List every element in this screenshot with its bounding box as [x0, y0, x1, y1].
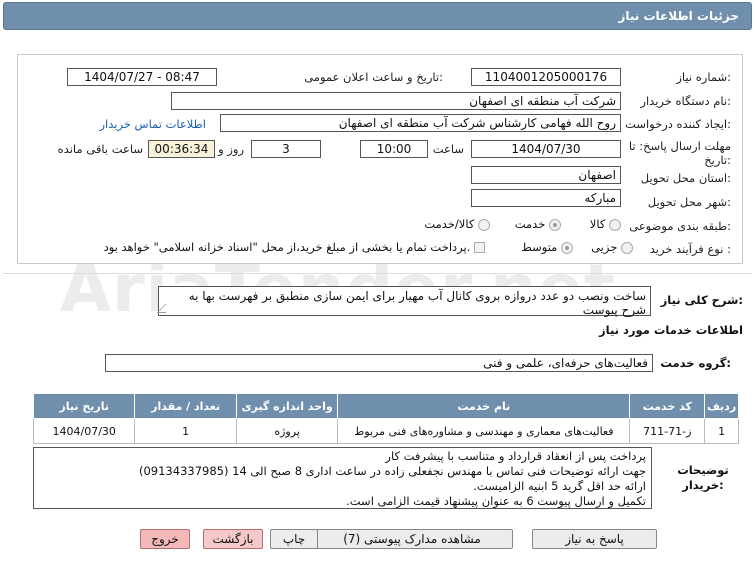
remaining-time-field: 00:36:34 [148, 140, 215, 158]
cell-quantity: 1 [134, 418, 237, 444]
contact-info-link[interactable]: اطلاعات تماس خریدار [99, 117, 206, 131]
deadline-time-label: ساعت [432, 142, 464, 156]
service-group-label: گروه خدمت: [660, 356, 731, 370]
treasury-payment-note: پرداخت تمام یا بخشی از مبلغ خرید،از محل … [103, 240, 471, 254]
category-option-goods[interactable]: کالا [590, 217, 621, 231]
creator-label: ایجاد کننده درخواست: [625, 117, 731, 131]
province-label: استان محل تحویل: [640, 171, 731, 185]
cell-service-code: ز-71-711 [629, 418, 706, 444]
process-option-minor-label: جزیی [591, 240, 618, 254]
cell-service-name: فعالیت‌های معماری و مهندسی و مشاوره‌های … [337, 418, 631, 444]
buyer-desc-line: پرداخت پس از انعقاد قرارداد و متناسب با … [385, 449, 646, 463]
col-service-name: نام خدمت [337, 393, 631, 419]
col-unit: واحد اندازه گیری [235, 393, 339, 419]
treasury-payment-checkbox[interactable] [474, 242, 485, 253]
buyer-org-field: شرکت آب منطقه ای اصفهان [171, 92, 621, 110]
buyer-org-label: نام دستگاه خریدار: [640, 94, 731, 108]
col-need-date: تاریخ نیاز [32, 393, 136, 419]
general-desc-text: ساخت ونصب دو عدد دروازه بروی کانال آب مه… [188, 289, 646, 317]
general-desc-label: شرح کلی نیاز: [660, 293, 743, 307]
city-field: مبارکه [471, 189, 621, 207]
category-label: طبقه بندی موضوعی: [629, 219, 731, 233]
col-row-number: ردیف [704, 393, 739, 419]
page-title: جزئیات اطلاعات نیاز [618, 9, 739, 23]
days-label: روز و [218, 142, 244, 156]
col-quantity: تعداد / مقدار [134, 393, 237, 419]
process-option-medium[interactable]: متوسط [521, 240, 573, 254]
cell-need-date: 1404/07/30 [32, 418, 136, 444]
section-divider [3, 273, 752, 274]
treasury-payment-checkbox-row[interactable]: پرداخت تمام یا بخشی از مبلغ خرید،از محل … [104, 240, 485, 254]
table-header-row: تاریخ نیاز تعداد / مقدار واحد اندازه گیر… [32, 393, 739, 419]
buyer-desc-textarea[interactable]: پرداخت پس از انعقاد قرارداد و متناسب با … [33, 447, 652, 509]
view-attachments-button[interactable]: مشاهده مدارک پیوستی (7) [311, 529, 513, 549]
days-field: 3 [251, 140, 321, 158]
table-row: 1404/07/30 1 پروژه فعالیت‌های معماری و م… [32, 418, 739, 444]
service-group-field: فعالیت‌های حرفه‌ای، علمی و فنی [105, 354, 653, 372]
buyer-desc-label: توضیحات خریدار: [677, 463, 729, 492]
deadline-date-field: 1404/07/30 [471, 140, 621, 158]
radio-button-selected[interactable] [561, 241, 573, 254]
buyer-desc-line: تکمیل و ارسال پیوست 6 به عنوان پیشنهاد ق… [346, 494, 646, 508]
buyer-desc-line: جهت ارائه توضیحات فنی تماس با مهندس نجفع… [138, 464, 646, 478]
need-number-field: 1104001205000176 [471, 68, 621, 86]
radio-button[interactable] [621, 241, 633, 254]
province-field: اصفهان [471, 166, 621, 184]
exit-button[interactable]: خروج [140, 529, 190, 549]
process-option-medium-label: متوسط [521, 240, 558, 254]
category-option-goods-service-label: کالا/خدمت [424, 217, 475, 231]
city-label: شهر محل تحویل: [647, 195, 731, 209]
remaining-time-label: ساعت باقی مانده [57, 142, 143, 156]
announce-datetime-field: 1404/07/27 - 08:47 [67, 68, 217, 86]
announce-label: تاریخ و ساعت اعلان عمومی: [304, 70, 443, 84]
radio-button[interactable] [478, 218, 490, 231]
need-number-label: شماره نیاز: [676, 70, 731, 84]
deadline-label: مهلت ارسال پاسخ: تا تاریخ: [628, 139, 731, 167]
general-desc-textarea[interactable]: ساخت ونصب دو عدد دروازه بروی کانال آب مه… [156, 286, 651, 317]
page-header: جزئیات اطلاعات نیاز [3, 2, 752, 30]
col-service-code: کد خدمت [629, 393, 706, 419]
category-option-service[interactable]: خدمت [515, 217, 561, 231]
print-button[interactable]: چاپ [270, 529, 318, 549]
deadline-time-field: 10:00 [360, 140, 428, 158]
radio-button-selected[interactable] [549, 218, 561, 231]
cell-unit: پروژه [235, 418, 339, 444]
radio-button[interactable] [609, 218, 621, 231]
process-label: نوع فرآیند خرید : [649, 242, 731, 256]
category-option-service-label: خدمت [514, 217, 546, 231]
buyer-desc-line: ارائه حد اقل گرید 5 ابنیه الزامیست. [473, 479, 646, 493]
cell-row-number: 1 [704, 418, 739, 444]
category-option-goods-service[interactable]: کالا/خدمت [424, 217, 490, 231]
services-section-title: اطلاعات خدمات مورد نیاز [599, 323, 743, 337]
category-option-goods-label: کالا [589, 217, 606, 231]
resize-grip-icon[interactable] [156, 304, 175, 313]
services-table: تاریخ نیاز تعداد / مقدار واحد اندازه گیر… [32, 393, 739, 444]
reply-button[interactable]: پاسخ به نیاز [532, 529, 657, 549]
back-button[interactable]: بازگشت [203, 529, 263, 549]
process-option-minor[interactable]: جزیی [591, 240, 633, 254]
creator-field: روح الله فهامی کارشناس شرکت آب منطقه ای … [220, 114, 621, 132]
